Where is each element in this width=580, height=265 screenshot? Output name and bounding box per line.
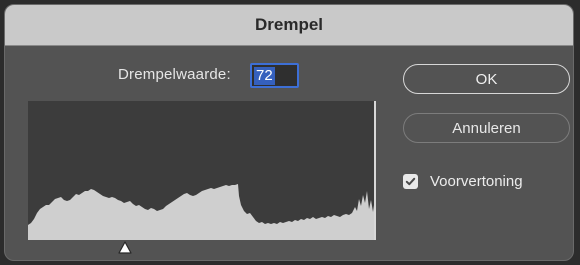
preview-toggle[interactable]: Voorvertoning <box>403 173 523 190</box>
threshold-slider[interactable] <box>28 240 376 260</box>
preview-checkbox[interactable] <box>403 174 418 189</box>
histogram[interactable] <box>28 101 376 240</box>
threshold-value-selected-text: 72 <box>254 66 275 85</box>
preview-label: Voorvertoning <box>430 173 523 190</box>
triangle-handle-icon[interactable] <box>118 241 132 254</box>
histogram-graph <box>28 184 374 240</box>
cancel-button[interactable]: Annuleren <box>403 113 570 143</box>
checkmark-icon <box>405 177 416 186</box>
histogram-area <box>28 184 374 240</box>
ok-button[interactable]: OK <box>403 64 570 94</box>
dialog-titlebar[interactable]: Drempel <box>5 5 573 46</box>
dialog-title: Drempel <box>254 15 324 34</box>
threshold-label: Drempelwaarde: <box>118 66 231 83</box>
threshold-dialog: Drempel Drempelwaarde: 72 OK Annuleren V… <box>4 4 574 261</box>
threshold-value-input[interactable]: 72 <box>250 63 299 88</box>
